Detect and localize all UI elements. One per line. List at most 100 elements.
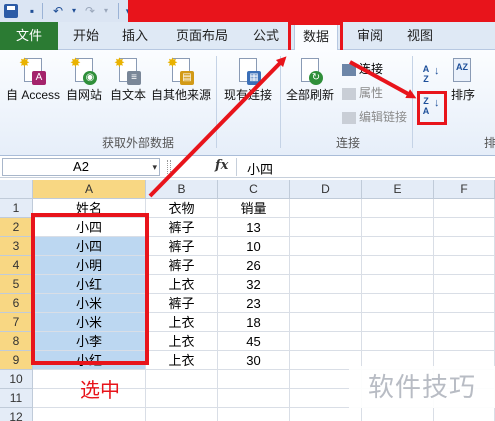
- cell-e8[interactable]: [362, 332, 434, 351]
- formula-input[interactable]: 小四: [247, 159, 273, 178]
- refresh-all-button[interactable]: ↻ 全部刷新: [284, 56, 336, 103]
- cell-e6[interactable]: [362, 294, 434, 313]
- tab-view[interactable]: 视图: [400, 22, 440, 50]
- save-icon[interactable]: [4, 4, 18, 18]
- cell-d4[interactable]: [290, 256, 362, 275]
- tab-file[interactable]: 文件: [0, 22, 58, 50]
- column-header-e[interactable]: E: [362, 180, 434, 199]
- cell-f5[interactable]: [434, 275, 495, 294]
- cell-c4[interactable]: 26: [218, 256, 290, 275]
- undo-icon[interactable]: ↶: [50, 3, 66, 19]
- cell-b10[interactable]: [146, 370, 218, 389]
- cell-c2[interactable]: 13: [218, 218, 290, 237]
- row-header[interactable]: 2: [0, 218, 33, 237]
- cell-e2[interactable]: [362, 218, 434, 237]
- tab-insert[interactable]: 插入: [115, 22, 155, 50]
- cell-f7[interactable]: [434, 313, 495, 332]
- cell-f3[interactable]: [434, 237, 495, 256]
- properties-button[interactable]: 属性: [342, 84, 383, 101]
- cell-b6[interactable]: 裤子: [146, 294, 218, 313]
- column-header-f[interactable]: F: [434, 180, 495, 199]
- name-box[interactable]: A2 ▾: [2, 158, 160, 176]
- cell-d2[interactable]: [290, 218, 362, 237]
- cell-b1[interactable]: 衣物: [146, 199, 218, 218]
- cell-f2[interactable]: [434, 218, 495, 237]
- cell-f4[interactable]: [434, 256, 495, 275]
- undo-dropdown-icon[interactable]: ▾: [66, 3, 82, 19]
- from-access-button[interactable]: ✸ A 自 Access: [4, 56, 62, 103]
- cell-b7[interactable]: 上衣: [146, 313, 218, 332]
- cell-b8[interactable]: 上衣: [146, 332, 218, 351]
- cell-c5[interactable]: 32: [218, 275, 290, 294]
- cell-b3[interactable]: 裤子: [146, 237, 218, 256]
- tab-formulas[interactable]: 公式: [246, 22, 286, 50]
- cell-e1[interactable]: [362, 199, 434, 218]
- cell-f6[interactable]: [434, 294, 495, 313]
- cell-c3[interactable]: 10: [218, 237, 290, 256]
- row-header[interactable]: 10: [0, 370, 33, 389]
- cell-b12[interactable]: [146, 408, 218, 421]
- column-header-a[interactable]: A: [33, 180, 146, 199]
- cell-b2[interactable]: 裤子: [146, 218, 218, 237]
- tab-page-layout[interactable]: 页面布局: [170, 22, 234, 50]
- redo-dropdown-icon[interactable]: ▾: [98, 3, 114, 19]
- connections-button[interactable]: 连接: [342, 60, 383, 77]
- row-header[interactable]: 3: [0, 237, 33, 256]
- cell-d12[interactable]: [290, 408, 362, 421]
- row-header[interactable]: 8: [0, 332, 33, 351]
- formula-bar-splitter[interactable]: [167, 160, 171, 174]
- cell-e7[interactable]: [362, 313, 434, 332]
- row-header[interactable]: 12: [0, 408, 33, 421]
- cell-e4[interactable]: [362, 256, 434, 275]
- from-other-sources-button[interactable]: ✸ ▤ 自其他来源: [150, 56, 212, 103]
- cell-d6[interactable]: [290, 294, 362, 313]
- tab-home[interactable]: 开始: [66, 22, 106, 50]
- row-header[interactable]: 5: [0, 275, 33, 294]
- sort-ascending-button[interactable]: A Z ↓: [420, 64, 442, 86]
- cell-d7[interactable]: [290, 313, 362, 332]
- cell-c8[interactable]: 45: [218, 332, 290, 351]
- redo-icon[interactable]: ↷: [82, 3, 98, 19]
- cell-e12[interactable]: [362, 408, 434, 421]
- cell-c11[interactable]: [218, 389, 290, 408]
- row-header[interactable]: 9: [0, 351, 33, 370]
- cell-b5[interactable]: 上衣: [146, 275, 218, 294]
- sort-dialog-button[interactable]: AZ 排序: [446, 56, 480, 103]
- cell-b4[interactable]: 裤子: [146, 256, 218, 275]
- tab-review[interactable]: 审阅: [350, 22, 390, 50]
- column-header-c[interactable]: C: [218, 180, 290, 199]
- from-web-button[interactable]: ✸ ◉ 自网站: [62, 56, 106, 103]
- cell-d3[interactable]: [290, 237, 362, 256]
- name-box-dropdown-icon[interactable]: ▾: [152, 159, 157, 175]
- cell-b9[interactable]: 上衣: [146, 351, 218, 370]
- insert-function-icon[interactable]: fx: [215, 158, 228, 173]
- edit-links-button[interactable]: 编辑链接: [342, 108, 407, 125]
- cell-c10[interactable]: [218, 370, 290, 389]
- column-header-d[interactable]: D: [290, 180, 362, 199]
- cell-f8[interactable]: [434, 332, 495, 351]
- column-header-b[interactable]: B: [146, 180, 218, 199]
- row-header[interactable]: 1: [0, 199, 33, 218]
- cell-d1[interactable]: [290, 199, 362, 218]
- cell-a12[interactable]: [33, 408, 146, 421]
- row-header[interactable]: 4: [0, 256, 33, 275]
- row-header[interactable]: 6: [0, 294, 33, 313]
- cell-e5[interactable]: [362, 275, 434, 294]
- cell-b11[interactable]: [146, 389, 218, 408]
- select-all-corner[interactable]: [0, 180, 33, 199]
- cell-c1[interactable]: 销量: [218, 199, 290, 218]
- row-header[interactable]: 11: [0, 389, 33, 408]
- existing-connections-button[interactable]: ▦ 现有连接: [220, 56, 276, 103]
- cell-f1[interactable]: [434, 199, 495, 218]
- row-header[interactable]: 7: [0, 313, 33, 332]
- cell-c6[interactable]: 23: [218, 294, 290, 313]
- cell-c7[interactable]: 18: [218, 313, 290, 332]
- cell-d8[interactable]: [290, 332, 362, 351]
- cell-f12[interactable]: [434, 408, 495, 421]
- cell-c12[interactable]: [218, 408, 290, 421]
- cell-e3[interactable]: [362, 237, 434, 256]
- selection-highlight-box: [31, 213, 149, 365]
- cell-c9[interactable]: 30: [218, 351, 290, 370]
- from-text-button[interactable]: ✸ ≡ 自文本: [106, 56, 150, 103]
- cell-d5[interactable]: [290, 275, 362, 294]
